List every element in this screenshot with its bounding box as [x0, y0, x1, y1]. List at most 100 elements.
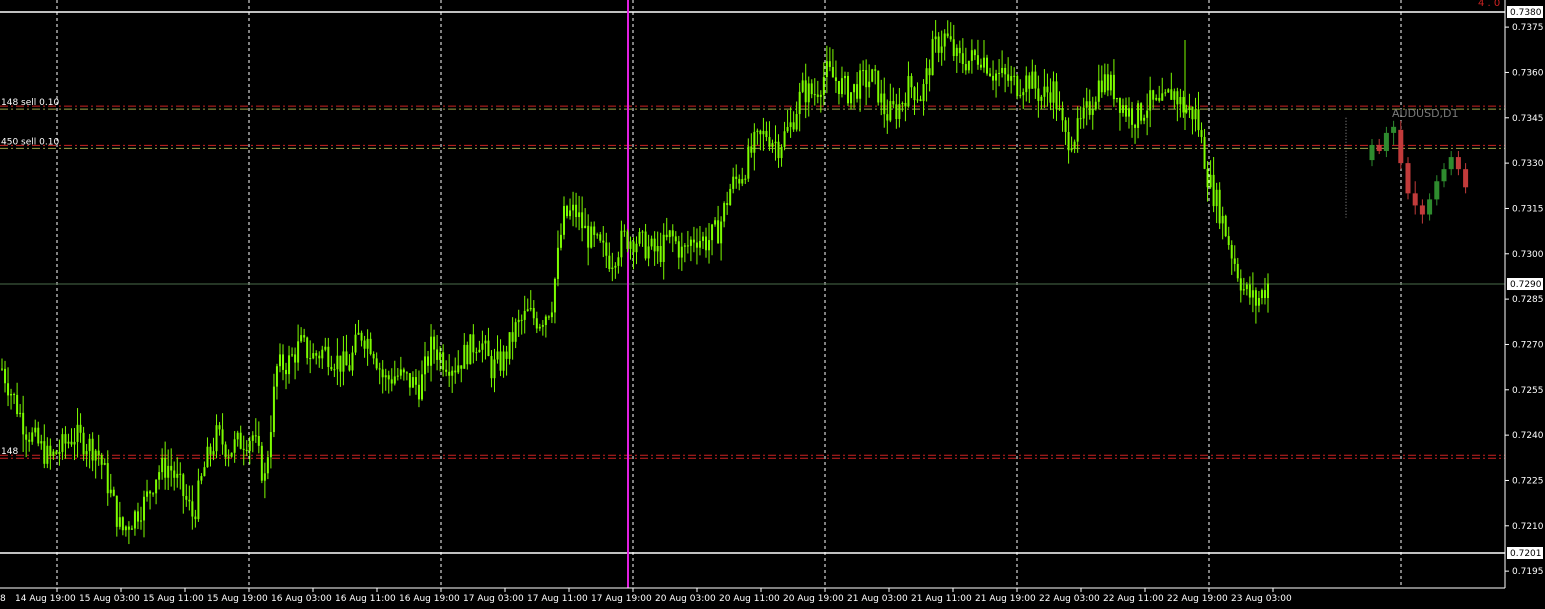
time-tick-label: 22 Aug 03:00 — [1039, 594, 1100, 604]
candle-body — [260, 445, 263, 481]
candle-body — [995, 73, 998, 81]
candle-body — [602, 240, 605, 243]
price-chart[interactable]: 148 sell 0.10 450 sell 0.10 148 0.7375 0.73… — [0, 0, 1545, 609]
candle-body — [886, 114, 889, 121]
candle-body — [436, 349, 439, 360]
candle-body — [354, 334, 357, 353]
candle-body — [339, 355, 342, 372]
candle-body — [931, 39, 934, 76]
candle-body — [816, 94, 819, 97]
candle-body — [348, 365, 351, 371]
candle-body — [1224, 215, 1227, 237]
candle-body — [1076, 118, 1079, 142]
price-tick-label: 0.7195 — [1512, 567, 1544, 577]
candle-body — [188, 499, 191, 502]
candle-body — [520, 319, 523, 321]
candle-body — [1106, 74, 1109, 91]
candle-body — [254, 435, 257, 437]
candle-body — [795, 114, 798, 130]
candle-body — [414, 377, 417, 385]
candle-body — [1064, 120, 1067, 132]
candle-body — [124, 526, 127, 531]
chart-background — [0, 0, 1545, 609]
candle-body — [523, 310, 526, 320]
time-tick-label: 16 Aug 19:00 — [399, 594, 460, 604]
candle-body — [1079, 118, 1082, 120]
candle-body — [266, 457, 269, 474]
candle-body — [257, 435, 260, 446]
candle-body — [632, 241, 635, 253]
candle-body — [689, 239, 692, 246]
candle-body — [768, 137, 771, 147]
candle-body — [998, 72, 1001, 74]
candle-body — [1188, 106, 1191, 111]
candle-body — [979, 64, 982, 68]
candle-body — [853, 84, 856, 93]
candle-body — [1218, 189, 1221, 224]
candle-body — [895, 104, 898, 120]
candle-body — [1046, 86, 1049, 93]
candle-body — [726, 203, 729, 206]
candle-body — [1058, 107, 1061, 110]
candle-body — [934, 36, 937, 40]
mini-candle-body — [1398, 129, 1404, 164]
candle-body — [656, 246, 659, 252]
candle-body — [1173, 91, 1176, 100]
candle-body — [1010, 76, 1013, 81]
candle-body — [161, 457, 164, 473]
candle-body — [505, 351, 508, 359]
candle-body — [635, 243, 638, 253]
candle-body — [493, 359, 496, 379]
candle-body — [786, 127, 789, 132]
candle-body — [871, 69, 874, 82]
time-tick-label: 16 Aug 03:00 — [271, 594, 332, 604]
symbol-label: AUDUSD,D1 — [1392, 107, 1459, 120]
time-tick-label: 17 Aug 19:00 — [591, 594, 652, 604]
candle-body — [182, 474, 185, 497]
candle-body — [345, 351, 348, 366]
candle-body — [411, 377, 414, 388]
candle-body — [170, 465, 173, 471]
mini-candle-body — [1441, 169, 1447, 182]
time-tick-label: 20 Aug 19:00 — [783, 594, 844, 604]
candle-body — [209, 446, 212, 455]
candle-body — [417, 384, 420, 400]
price-tick-label: 0.7285 — [1512, 295, 1544, 305]
time-tick-label: 21 Aug 03:00 — [847, 594, 908, 604]
price-highlight-label: 0.7380 — [1510, 8, 1542, 18]
candle-body — [40, 441, 43, 444]
candle-body — [511, 332, 514, 342]
candle-body — [1149, 90, 1152, 111]
order-level-label: 148 — [1, 447, 18, 457]
candle-body — [629, 241, 632, 249]
candle-body — [460, 365, 463, 369]
candle-body — [312, 353, 315, 359]
candle-body — [1088, 101, 1091, 115]
candle-body — [608, 255, 611, 270]
candle-body — [327, 346, 330, 368]
corner-indicator: 4 . 0 — [1478, 0, 1500, 9]
time-tick-label: 17 Aug 03:00 — [463, 594, 524, 604]
candle-body — [1257, 298, 1260, 306]
candle-body — [1245, 284, 1248, 290]
candle-body — [1185, 110, 1188, 113]
candle-body — [1134, 124, 1137, 128]
candle-body — [1034, 71, 1037, 89]
candle-body — [1221, 215, 1224, 224]
candle-body — [837, 81, 840, 95]
candle-body — [532, 308, 535, 319]
candle-body — [683, 245, 686, 247]
candle-body — [547, 316, 550, 318]
candle-body — [992, 75, 995, 81]
mini-candle-body — [1455, 157, 1461, 170]
candle-body — [744, 178, 747, 180]
candle-body — [7, 383, 10, 396]
candle-body — [756, 130, 759, 132]
time-tick-label: 21 Aug 19:00 — [975, 594, 1036, 604]
candle-body — [381, 369, 384, 378]
candle-body — [451, 370, 454, 376]
price-tick-label: 0.7360 — [1512, 68, 1544, 78]
candle-body — [248, 440, 251, 452]
order-level-label: 148 sell 0.10 — [1, 98, 59, 108]
time-tick-label: 21 Aug 11:00 — [911, 594, 972, 604]
